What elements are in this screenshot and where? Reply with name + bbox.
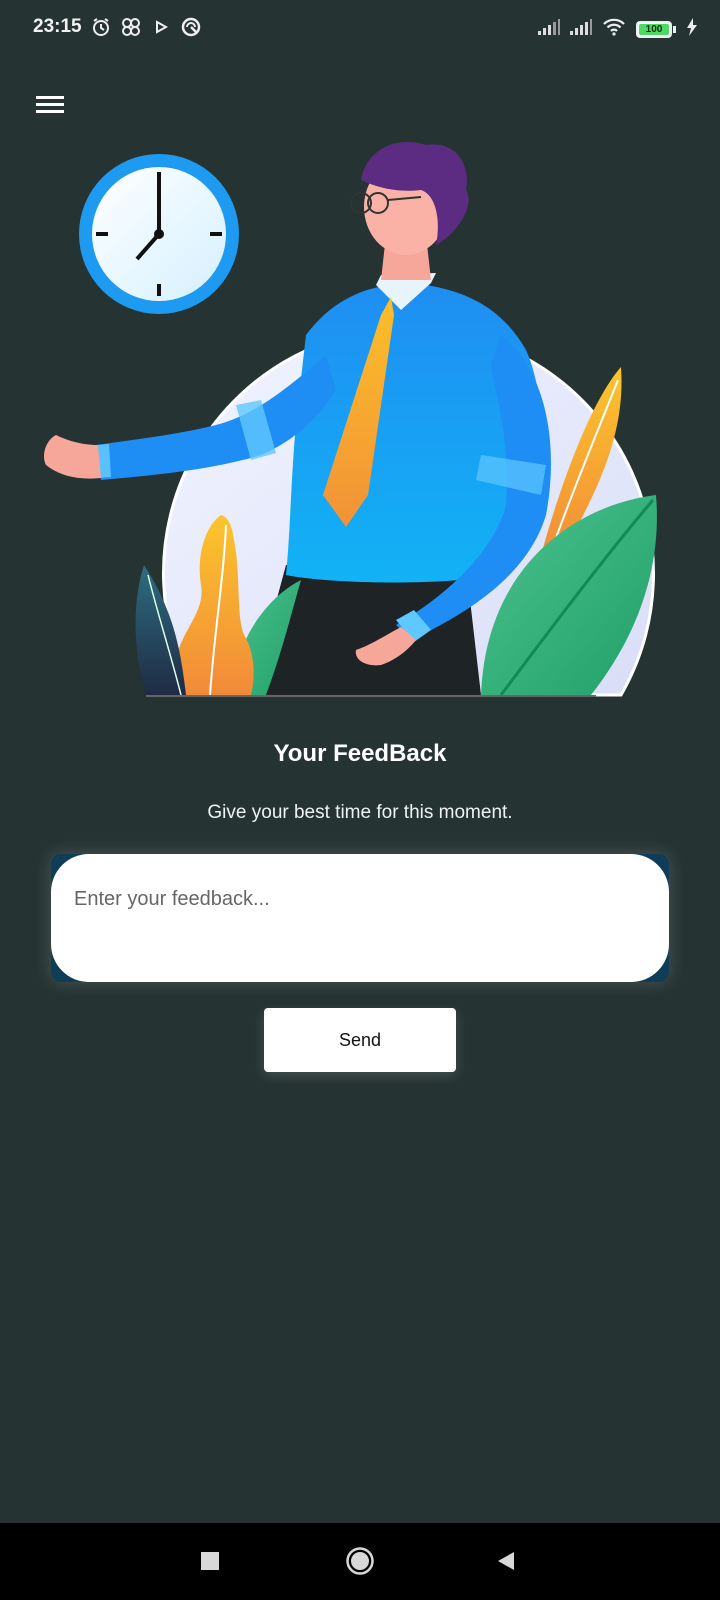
play-icon — [150, 16, 172, 38]
back-triangle-icon — [498, 1552, 514, 1570]
wifi-icon — [602, 18, 626, 41]
feedback-input-frame — [51, 854, 669, 982]
status-bar: 23:15 100 — [0, 0, 720, 56]
recents-square-icon — [201, 1552, 219, 1570]
page-title: Your FeedBack — [273, 740, 447, 767]
send-button[interactable]: Send — [264, 1008, 456, 1072]
battery-level: 100 — [639, 24, 669, 35]
businessman-clock-illustration — [36, 135, 686, 715]
clock-icon — [79, 154, 239, 314]
recents-button[interactable] — [192, 1543, 228, 1579]
signal-icon — [538, 19, 560, 40]
signal-icon — [570, 19, 592, 40]
hand-left — [44, 435, 101, 479]
home-circle-icon — [346, 1547, 374, 1575]
system-nav-bar — [0, 1523, 720, 1600]
battery-icon: 100 — [636, 21, 676, 38]
hamburger-menu-icon — [36, 96, 64, 113]
charging-icon — [686, 18, 698, 41]
pinwheel-icon — [120, 16, 142, 38]
status-time: 23:15 — [33, 16, 82, 37]
page-subtitle: Give your best time for this moment. — [207, 802, 513, 823]
feedback-input[interactable] — [51, 854, 669, 982]
alarm-icon — [90, 16, 112, 38]
home-button[interactable] — [342, 1543, 378, 1579]
status-icons-left — [90, 16, 202, 38]
vpn-icon — [180, 16, 202, 38]
status-icons-right: 100 — [538, 18, 698, 41]
back-button[interactable] — [488, 1543, 524, 1579]
hamburger-menu-button[interactable] — [34, 92, 66, 118]
